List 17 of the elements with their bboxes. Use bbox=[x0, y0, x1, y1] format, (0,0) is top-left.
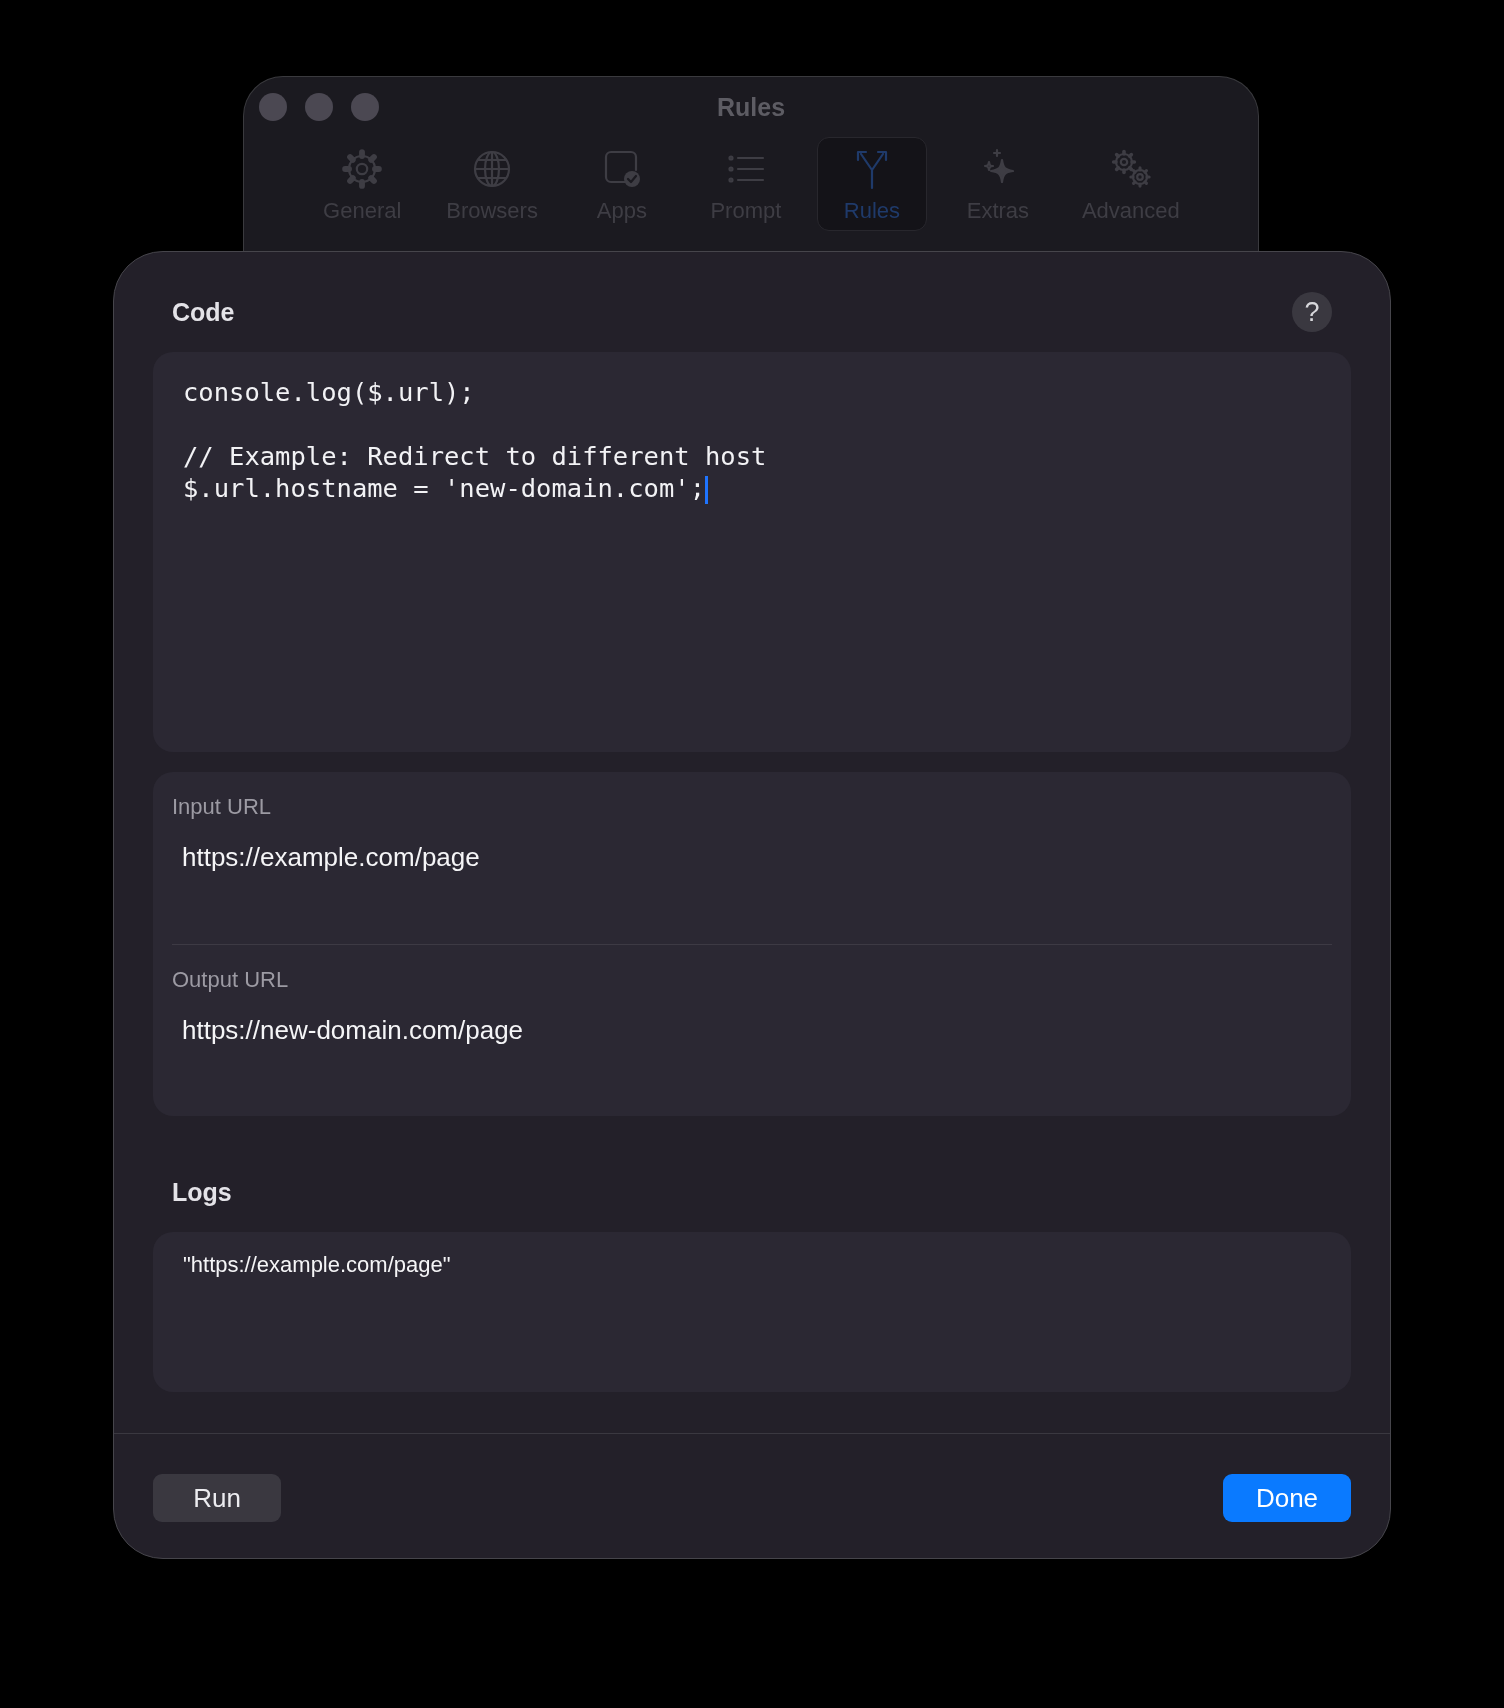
code-editor[interactable]: console.log($.url); // Example: Redirect to different host $.url.hostname = 'new-domain.com'; bbox=[153, 352, 1351, 752]
code-text: console.log($.url); // Example: Redirect to different host $.url.hostname = 'new-domain.com'; bbox=[183, 376, 768, 504]
log-line: "https://example.com/page" bbox=[183, 1252, 452, 1278]
window-control-button[interactable] bbox=[259, 93, 287, 121]
section-title: Code bbox=[172, 297, 235, 327]
window-title: Rules bbox=[716, 92, 786, 122]
window-control-button[interactable] bbox=[305, 93, 333, 121]
field-label: Output URL bbox=[172, 967, 289, 993]
url-field[interactable]: https://new-domain.com/page bbox=[182, 1013, 882, 1047]
section-title: Logs bbox=[172, 1177, 232, 1207]
toolbar-tab[interactable]: Rules bbox=[816, 137, 927, 231]
run-button[interactable]: Run bbox=[153, 1474, 281, 1522]
url-field[interactable]: https://example.com/page bbox=[182, 840, 882, 874]
window-control-button[interactable] bbox=[351, 93, 379, 121]
help-button[interactable]: ? bbox=[1292, 292, 1332, 332]
field-label: Input URL bbox=[172, 794, 272, 820]
done-button[interactable]: Done bbox=[1223, 1474, 1351, 1522]
